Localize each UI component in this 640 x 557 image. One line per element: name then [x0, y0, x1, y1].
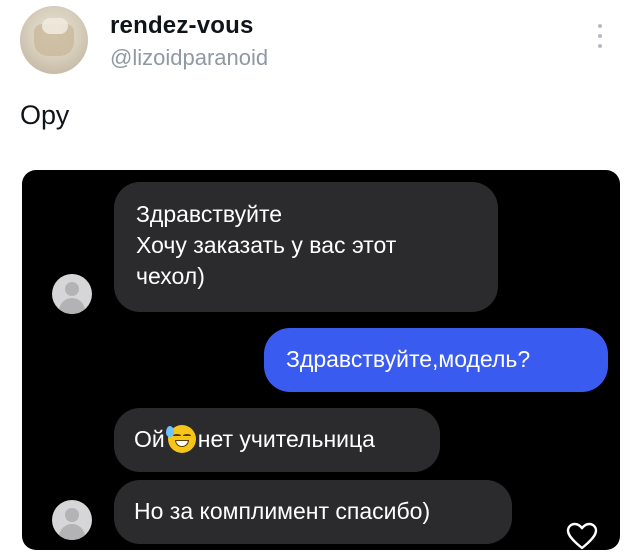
message-text: Но за комплимент спасибо) [134, 498, 431, 524]
message-line: Хочу заказать у вас этот [136, 232, 397, 258]
more-vertical-icon[interactable] [596, 24, 604, 48]
message-text: Здравствуйте,модель? [286, 346, 531, 372]
sweat-smile-emoji-icon [165, 425, 196, 453]
outgoing-message-bubble: Здравствуйте,модель? [264, 328, 608, 392]
display-name[interactable]: rendez-vous [110, 12, 254, 40]
user-handle[interactable]: @lizoidparanoid [110, 45, 268, 71]
message-line: Здравствуйте [136, 201, 283, 227]
message-text: Ой [134, 426, 165, 452]
tweet-text: Ору [20, 100, 70, 130]
incoming-message-bubble: Здравствуйте Хочу заказать у вас этот че… [114, 182, 498, 312]
contact-avatar [52, 500, 92, 540]
message-text: нет учительница [197, 426, 375, 452]
avatar-image-shape [42, 18, 68, 34]
heart-outline-icon[interactable] [566, 522, 598, 550]
tweet-media-image[interactable]: Здравствуйте Хочу заказать у вас этот че… [22, 170, 620, 550]
user-avatar[interactable] [20, 6, 88, 74]
incoming-message-bubble: Ой нет учительница [114, 408, 440, 472]
incoming-message-bubble: Но за комплимент спасибо) [114, 480, 512, 544]
message-line: чехол) [136, 263, 205, 289]
contact-avatar [52, 274, 92, 314]
